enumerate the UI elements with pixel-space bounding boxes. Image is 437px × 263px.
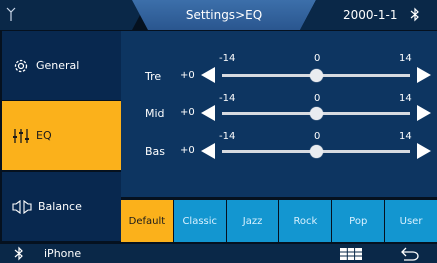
band-value: +0 xyxy=(180,145,195,156)
band-label: Bas xyxy=(145,145,166,158)
eq-band-mid: Mid +0 -14 0 14 xyxy=(121,93,437,133)
eq-slider-knob[interactable] xyxy=(310,69,323,82)
band-label: Tre xyxy=(145,70,162,83)
decrease-button[interactable] xyxy=(201,143,215,159)
eq-preset-bar: Default Classic Jazz Rock Pop User xyxy=(121,200,437,242)
band-max-label: 14 xyxy=(399,93,412,104)
eq-panel: Tre +0 -14 0 14 Mid +0 -14 0 14 Bas +0 -… xyxy=(121,31,437,197)
band-mid-label: 0 xyxy=(314,53,321,64)
sidebar-item-general[interactable]: General xyxy=(2,31,121,100)
sidebar-item-balance[interactable]: Balance xyxy=(2,172,121,241)
bluetooth-icon xyxy=(410,7,419,22)
increase-button[interactable] xyxy=(417,105,431,121)
eq-slider-knob[interactable] xyxy=(310,145,323,158)
band-min-label: -14 xyxy=(219,131,236,142)
band-min-label: -14 xyxy=(219,93,236,104)
eq-band-treble: Tre +0 -14 0 14 xyxy=(121,53,437,93)
speaker-balance-icon xyxy=(12,199,32,214)
band-mid-label: 0 xyxy=(314,93,321,104)
band-value: +0 xyxy=(180,70,195,81)
gear-icon xyxy=(14,59,28,72)
decrease-button[interactable] xyxy=(201,67,215,83)
preset-default-button[interactable]: Default xyxy=(121,200,173,242)
device-name: iPhone xyxy=(44,247,82,260)
date-display: 2000-1-1 xyxy=(343,8,398,22)
bluetooth-icon xyxy=(14,246,23,261)
preset-pop-button[interactable]: Pop xyxy=(332,200,385,242)
band-max-label: 14 xyxy=(399,131,412,142)
band-mid-label: 0 xyxy=(314,131,321,142)
preset-user-button[interactable]: User xyxy=(385,200,437,242)
preset-classic-button[interactable]: Classic xyxy=(173,200,226,242)
sidebar: General EQ Balance xyxy=(2,31,121,242)
status-bar: Settings>EQ 2000-1-1 xyxy=(0,0,437,30)
eq-slider-knob[interactable] xyxy=(310,107,323,120)
sidebar-item-label: EQ xyxy=(36,129,52,142)
preset-rock-button[interactable]: Rock xyxy=(279,200,332,242)
band-value: +0 xyxy=(180,107,195,118)
decrease-button[interactable] xyxy=(201,105,215,121)
bottom-bar: iPhone xyxy=(0,244,437,263)
increase-button[interactable] xyxy=(417,143,431,159)
sidebar-item-label: General xyxy=(36,59,80,72)
preset-jazz-button[interactable]: Jazz xyxy=(226,200,279,242)
band-max-label: 14 xyxy=(399,53,412,64)
band-min-label: -14 xyxy=(219,53,236,64)
status-bar-left xyxy=(0,0,148,30)
band-label: Mid xyxy=(145,107,165,120)
equalizer-icon xyxy=(13,128,29,143)
antenna-icon xyxy=(6,7,16,21)
sidebar-item-label: Balance xyxy=(38,200,82,213)
page-title: Settings>EQ xyxy=(185,8,263,22)
eq-band-bass: Bas +0 -14 0 14 xyxy=(121,131,437,171)
increase-button[interactable] xyxy=(417,67,431,83)
keypad-icon[interactable] xyxy=(340,248,362,260)
back-icon[interactable] xyxy=(400,247,420,261)
sidebar-item-eq[interactable]: EQ xyxy=(2,101,121,170)
